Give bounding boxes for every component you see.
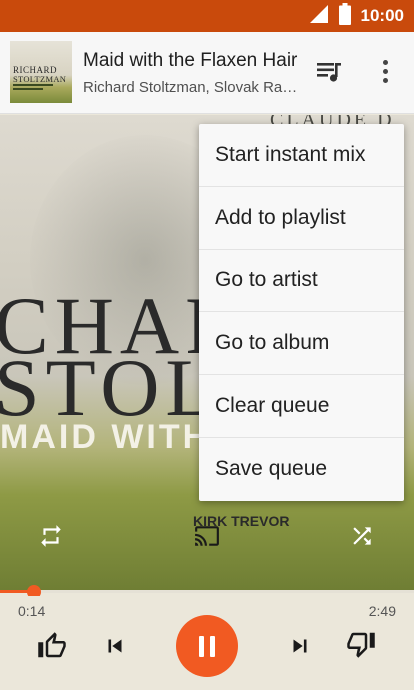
repeat-icon[interactable] [34, 519, 68, 553]
menu-item-save-queue[interactable]: Save queue [199, 438, 404, 501]
signal-icon [309, 4, 329, 29]
duration-time: 2:49 [368, 603, 396, 619]
song-title[interactable]: Maid with the Flaxen Hair [83, 50, 305, 72]
menu-item-add-to-playlist[interactable]: Add to playlist [199, 187, 404, 250]
shuffle-icon[interactable] [345, 519, 379, 553]
album-art-subtitle: MAID WITH [0, 418, 211, 456]
thumbnail-text-line-2: STOLTZMAN [13, 74, 67, 84]
more-vert-icon[interactable] [372, 54, 398, 88]
battery-icon [338, 2, 351, 30]
menu-item-go-to-artist[interactable]: Go to artist [199, 250, 404, 313]
cast-icon[interactable] [190, 519, 224, 553]
thumbs-down-icon[interactable] [344, 627, 378, 661]
status-bar: 10:00 [0, 0, 414, 32]
skip-next-icon[interactable] [283, 629, 317, 663]
progress-bar[interactable] [0, 585, 414, 599]
queue-music-icon[interactable] [314, 57, 344, 87]
menu-item-start-instant-mix[interactable]: Start instant mix [199, 124, 404, 187]
thumbnail-rule [13, 88, 43, 90]
overflow-menu: Start instant mix Add to playlist Go to … [199, 124, 404, 501]
playback-controls: 0:14 2:49 [0, 596, 414, 690]
album-thumbnail[interactable]: RICHARD STOLTZMAN [10, 41, 72, 103]
song-artist[interactable]: Richard Stoltzman, Slovak Radi... [83, 79, 305, 96]
elapsed-time: 0:14 [18, 603, 46, 619]
skip-previous-icon[interactable] [98, 629, 132, 663]
thumbnail-rule [13, 84, 53, 86]
progress-track [0, 590, 414, 593]
status-time: 10:00 [360, 6, 404, 25]
menu-item-go-to-album[interactable]: Go to album [199, 312, 404, 376]
pause-icon [199, 635, 204, 657]
now-playing-header: RICHARD STOLTZMAN Maid with the Flaxen H… [0, 32, 414, 114]
menu-item-clear-queue[interactable]: Clear queue [199, 375, 404, 438]
thumbs-up-icon[interactable] [35, 629, 69, 663]
pause-button[interactable] [176, 615, 238, 677]
